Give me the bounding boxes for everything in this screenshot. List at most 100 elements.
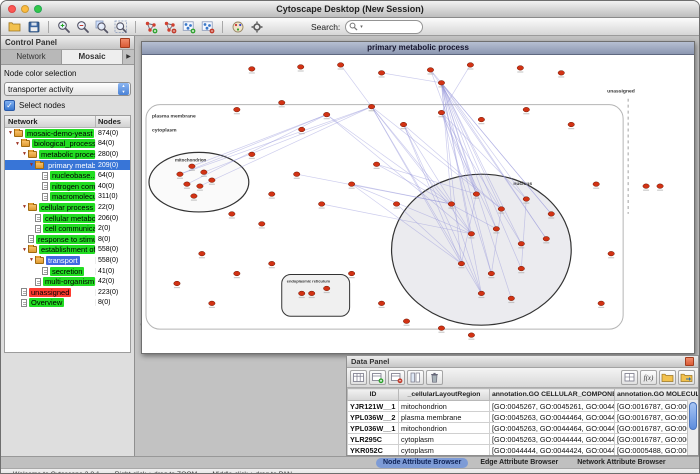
network-node[interactable]: [448, 202, 454, 207]
table-cell[interactable]: [GO:0044444, GO:0044424, GO:0044446, G..…: [490, 445, 615, 456]
table-row[interactable]: YKR052Ccytoplasm[GO:0044444, GO:0044424,…: [348, 445, 699, 456]
network-canvas[interactable]: plasma membranecytoplasmmitochondrionnuc…: [142, 55, 694, 353]
table-cell[interactable]: YLR295C: [348, 434, 399, 445]
tree-row[interactable]: ▼primary metabo...209(0): [5, 160, 130, 171]
network-node[interactable]: [438, 81, 444, 86]
table-scrollbar[interactable]: [687, 400, 698, 455]
tab-mosaic[interactable]: Mosaic: [62, 50, 123, 64]
tree-row[interactable]: unassigned223(0): [5, 287, 130, 298]
table-cell[interactable]: [GO:0005488, GO:0005215, GO:0003674]: [615, 445, 699, 456]
network-node[interactable]: [608, 251, 614, 256]
network-node[interactable]: [209, 178, 215, 183]
network-node[interactable]: [299, 127, 305, 132]
network-node[interactable]: [184, 182, 190, 187]
export-attributes-button[interactable]: [678, 370, 695, 385]
tree-row[interactable]: cellular metabol...206(0): [5, 213, 130, 224]
network-node[interactable]: [517, 66, 523, 71]
table-row[interactable]: YPL036W__2plasma membrane[GO:0045263, GO…: [348, 412, 699, 423]
network-node[interactable]: [368, 104, 374, 109]
network-node[interactable]: [558, 71, 564, 76]
network-node[interactable]: [191, 194, 197, 199]
network-node[interactable]: [508, 296, 514, 301]
network-node[interactable]: [518, 241, 524, 246]
preferences-button[interactable]: [248, 19, 265, 34]
network-node[interactable]: [189, 164, 195, 169]
table-row[interactable]: YJR121W__1mitochondrion[GO:0045267, GO:0…: [348, 401, 699, 412]
table-row[interactable]: YLR295Ccytoplasm[GO:0045263, GO:0044444,…: [348, 434, 699, 445]
tree-row[interactable]: response to stimul...8(0): [5, 234, 130, 245]
network-node[interactable]: [318, 202, 324, 207]
table-cell[interactable]: [GO:0045263, GO:0044444, GO:0044424, G..…: [490, 434, 615, 445]
expand-arrow-icon[interactable]: ▼: [28, 257, 35, 263]
table-cell[interactable]: mitochondrion: [399, 401, 490, 412]
network-node[interactable]: [548, 212, 554, 217]
function-builder-button[interactable]: f(x): [640, 370, 657, 385]
search-field[interactable]: ▾: [345, 20, 423, 34]
network-node[interactable]: [493, 227, 499, 232]
network-node[interactable]: [199, 251, 205, 256]
network-node[interactable]: [657, 184, 663, 189]
tree-row[interactable]: ▼mosaic-demo-yeast874(0): [5, 128, 130, 139]
table-column-header[interactable]: annotation.GO MOLECULAR_FUNCTION: [615, 389, 699, 401]
network-node[interactable]: [348, 182, 354, 187]
network-node[interactable]: [348, 271, 354, 276]
network-node[interactable]: [523, 197, 529, 202]
table-cell[interactable]: [GO:0016787, GO:0005488, GO:0005215, G..…: [615, 412, 699, 423]
south-tab-edge[interactable]: Edge Attribute Browser: [473, 458, 565, 468]
zoom-fit-button[interactable]: [112, 19, 129, 34]
tree-row[interactable]: nitrogen compo...40(0): [5, 181, 130, 192]
network-node[interactable]: [518, 266, 524, 271]
zoom-window-icon[interactable]: [34, 5, 42, 13]
table-scrollbar-thumb[interactable]: [689, 402, 697, 430]
expand-arrow-icon[interactable]: ▼: [21, 247, 28, 253]
tree-row[interactable]: multi-organism pro...42(0): [5, 276, 130, 287]
table-cell[interactable]: [GO:0016787, GO:0005488, GO:0005215, G..…: [615, 401, 699, 412]
tree-row[interactable]: ▼transport558(0): [5, 255, 130, 266]
network-node[interactable]: [498, 207, 504, 212]
attribute-select-button[interactable]: [350, 370, 367, 385]
network-node[interactable]: [323, 112, 329, 117]
network-node[interactable]: [177, 172, 183, 177]
expand-arrow-icon[interactable]: ▼: [21, 151, 28, 157]
table-cell[interactable]: plasma membrane: [399, 412, 490, 423]
network-node[interactable]: [249, 152, 255, 157]
network-node[interactable]: [478, 291, 484, 296]
network-node[interactable]: [294, 172, 300, 177]
save-session-button[interactable]: [25, 19, 42, 34]
zoom-out-button[interactable]: [74, 19, 91, 34]
expand-arrow-icon[interactable]: ▼: [28, 162, 35, 168]
network-node[interactable]: [458, 261, 464, 266]
attribute-new-button[interactable]: [369, 370, 386, 385]
network-node[interactable]: [234, 107, 240, 112]
vizmapper-button[interactable]: [229, 19, 246, 34]
create-network-button[interactable]: [142, 19, 159, 34]
tab-overflow-arrow-icon[interactable]: ▶: [123, 50, 134, 64]
close-window-icon[interactable]: [8, 5, 16, 13]
network-node[interactable]: [234, 271, 240, 276]
matrix-button[interactable]: [621, 370, 638, 385]
table-cell[interactable]: [GO:0045263, GO:0044464, GO:0044444, G..…: [490, 412, 615, 423]
network-node[interactable]: [269, 192, 275, 197]
network-node[interactable]: [308, 291, 314, 296]
network-node[interactable]: [197, 184, 203, 189]
destroy-network-button[interactable]: [161, 19, 178, 34]
network-node[interactable]: [298, 65, 304, 70]
network-node[interactable]: [598, 301, 604, 306]
tab-network[interactable]: Network: [1, 50, 62, 64]
network-node[interactable]: [279, 100, 285, 105]
table-cell[interactable]: cytoplasm: [399, 434, 490, 445]
network-node[interactable]: [523, 107, 529, 112]
table-cell[interactable]: [GO:0016787, GO:0005488, GO:0003824, G..…: [615, 434, 699, 445]
network-node[interactable]: [468, 232, 474, 237]
table-cell[interactable]: cytoplasm: [399, 445, 490, 456]
expand-arrow-icon[interactable]: ▼: [7, 130, 14, 136]
south-tab-network[interactable]: Network Attribute Browser: [570, 458, 672, 468]
minimize-window-icon[interactable]: [21, 5, 29, 13]
table-cell[interactable]: YJR121W__1: [348, 401, 399, 412]
network-node[interactable]: [403, 319, 409, 324]
tree-row[interactable]: Overview8(0): [5, 298, 130, 309]
attribute-columns-button[interactable]: [407, 370, 424, 385]
table-cell[interactable]: mitochondrion: [399, 423, 490, 434]
table-cell[interactable]: YPL036W__1: [348, 423, 399, 434]
search-menu-caret-icon[interactable]: ▾: [360, 24, 363, 30]
